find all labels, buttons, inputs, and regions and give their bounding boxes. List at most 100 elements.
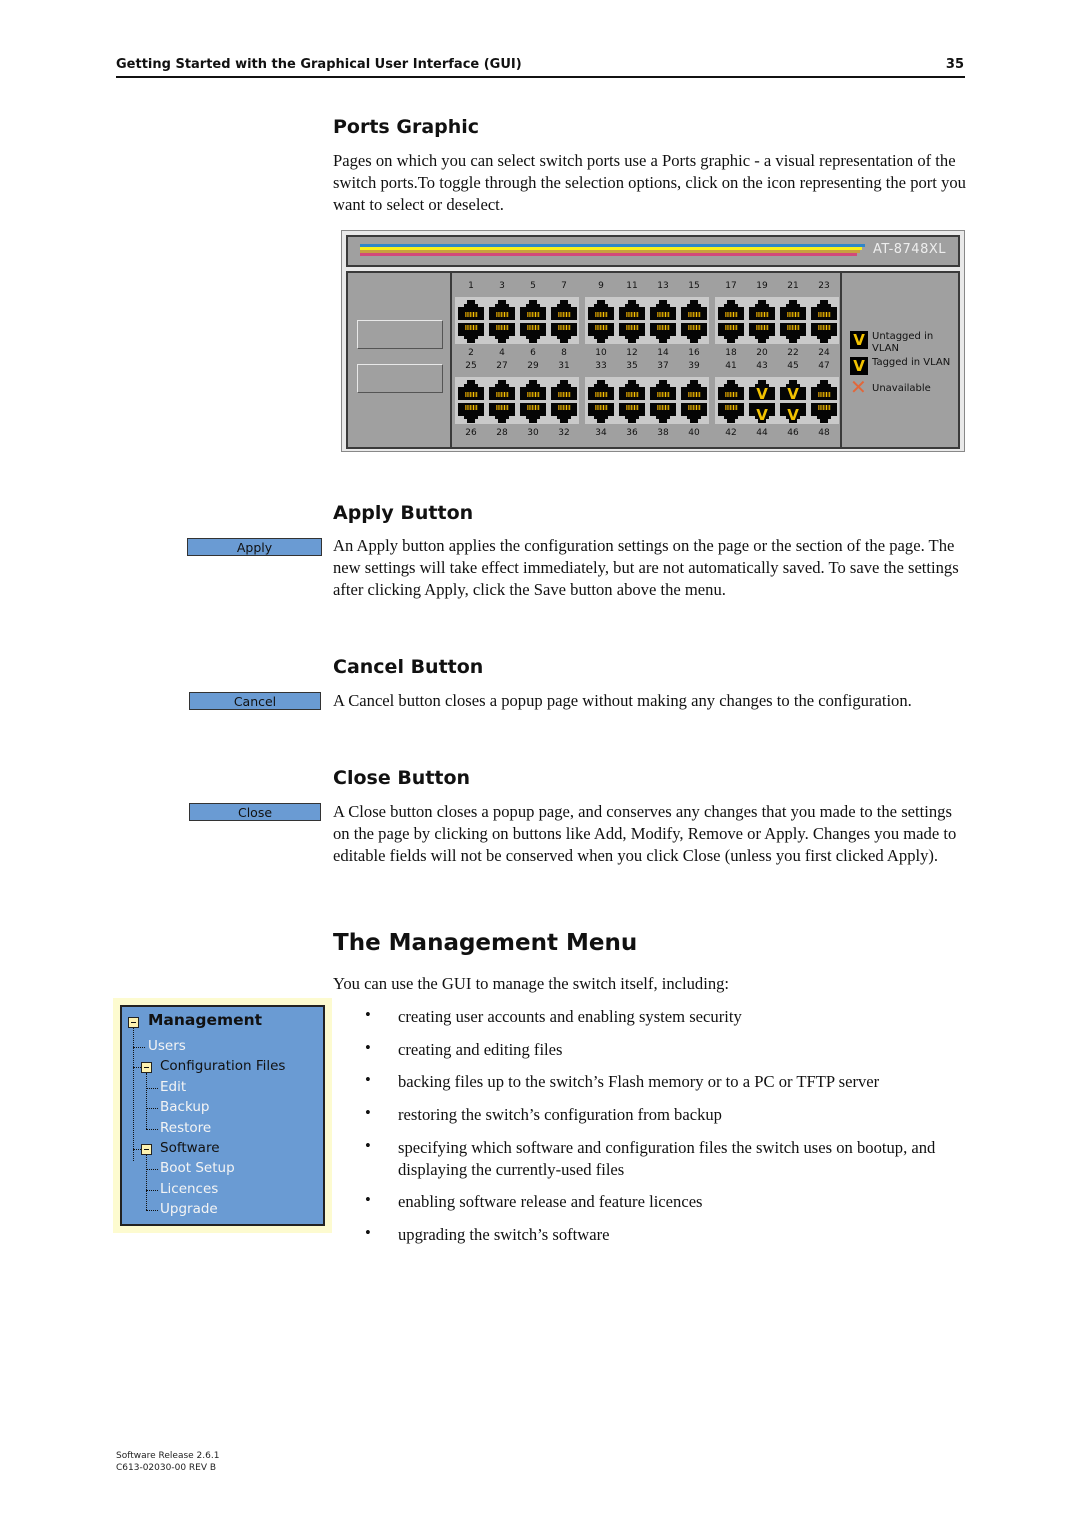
port-icon[interactable] [588, 403, 614, 423]
ports-graphic: AT-8748XL 1 3 5 7 9 11 13 15 17 19 21 23 2 4 6 8 10 12 14 1… [341, 230, 965, 452]
blank-button-2[interactable] [357, 364, 443, 393]
bullet-icon: • [365, 1190, 371, 1209]
port-icon[interactable] [458, 380, 484, 400]
port-icon[interactable] [718, 403, 744, 423]
port-number-label: 31 [558, 361, 570, 371]
menu-item-configuration-files[interactable]: Configuration Files [160, 1058, 285, 1074]
collapse-icon[interactable] [128, 1017, 139, 1028]
port-number-label: 26 [465, 428, 477, 438]
port-icon[interactable] [681, 403, 707, 423]
menu-item-boot-setup[interactable]: Boot Setup [160, 1160, 235, 1176]
switch-title-bar: AT-8748XL [346, 235, 960, 267]
tree-line [146, 1128, 158, 1130]
port-icon[interactable] [681, 300, 707, 320]
menu-item-backup[interactable]: Backup [160, 1099, 210, 1115]
menu-item-software[interactable]: Software [160, 1140, 220, 1156]
port-number-label: 27 [496, 361, 508, 371]
port-icon[interactable] [458, 403, 484, 423]
port-icon[interactable] [458, 323, 484, 343]
port-icon[interactable] [551, 323, 577, 343]
footer-doc-id: C613-02030-00 REV B [116, 1463, 217, 1473]
port-icon[interactable] [650, 403, 676, 423]
collapse-icon[interactable] [141, 1062, 152, 1074]
port-icon[interactable] [588, 300, 614, 320]
port-icon[interactable] [619, 323, 645, 343]
menu-item-restore[interactable]: Restore [160, 1120, 211, 1136]
tree-line [146, 1073, 147, 1129]
close-button[interactable]: Close [189, 803, 321, 821]
port-number-label: 14 [657, 348, 669, 358]
tree-line [146, 1155, 147, 1211]
port-number-label: 29 [527, 361, 539, 371]
port-icon[interactable] [588, 380, 614, 400]
port-icon[interactable] [619, 380, 645, 400]
apply-button[interactable]: Apply [187, 538, 322, 556]
port-icon[interactable] [619, 300, 645, 320]
bullet-icon: • [365, 1038, 371, 1057]
port-icon[interactable] [811, 403, 837, 423]
port-icon[interactable] [619, 403, 645, 423]
tree-line [146, 1169, 158, 1171]
port-number-label: 37 [657, 361, 669, 371]
port-icon[interactable] [520, 300, 546, 320]
tagged-icon: V [850, 357, 868, 375]
port-icon[interactable] [718, 323, 744, 343]
port-icon[interactable] [520, 403, 546, 423]
menu-item-users[interactable]: Users [148, 1038, 186, 1054]
switch-body: 1 3 5 7 9 11 13 15 17 19 21 23 2 4 6 8 10 12 14 16 18 20 22 24 2… [346, 271, 960, 449]
port-icon[interactable] [650, 323, 676, 343]
menu-item-edit[interactable]: Edit [160, 1079, 186, 1095]
port-icon[interactable] [681, 323, 707, 343]
port-untagged-icon[interactable]: V [749, 403, 775, 423]
port-number-label: 11 [626, 281, 638, 291]
port-icon[interactable] [780, 300, 806, 320]
bullet-item: creating and editing files [398, 1040, 563, 1059]
port-number-label: 44 [756, 428, 768, 438]
page-number: 35 [945, 57, 964, 72]
menu-root-management[interactable]: Management [148, 1011, 262, 1029]
port-untagged-icon[interactable]: V [780, 380, 806, 400]
port-number-label: 43 [756, 361, 768, 371]
port-icon[interactable] [681, 380, 707, 400]
port-icon[interactable] [551, 380, 577, 400]
port-number-label: 9 [598, 281, 604, 291]
management-menu-screenshot: Management Users Configuration Files Edit Ba… [113, 998, 332, 1233]
blank-button-1[interactable] [357, 320, 443, 349]
port-icon[interactable] [588, 323, 614, 343]
port-icon[interactable] [520, 380, 546, 400]
port-icon[interactable] [458, 300, 484, 320]
port-icon[interactable] [489, 380, 515, 400]
port-icon[interactable] [551, 300, 577, 320]
port-icon[interactable] [489, 300, 515, 320]
menu-item-licences[interactable]: Licences [160, 1181, 218, 1197]
collapse-icon[interactable] [141, 1144, 152, 1155]
port-icon[interactable] [718, 300, 744, 320]
cancel-button[interactable]: Cancel [189, 692, 321, 710]
port-icon[interactable] [780, 323, 806, 343]
port-number-label: 34 [595, 428, 607, 438]
port-icon[interactable] [650, 380, 676, 400]
port-icon[interactable] [650, 300, 676, 320]
port-number-label: 17 [725, 281, 737, 291]
port-icon[interactable] [811, 380, 837, 400]
port-icon[interactable] [551, 403, 577, 423]
port-untagged-icon[interactable]: V [780, 403, 806, 423]
menu-item-upgrade[interactable]: Upgrade [160, 1201, 218, 1217]
port-number-label: 16 [688, 348, 700, 358]
port-icon[interactable] [811, 323, 837, 343]
port-icon[interactable] [749, 300, 775, 320]
port-number-label: 38 [657, 428, 669, 438]
port-icon[interactable] [811, 300, 837, 320]
tree-line [133, 1067, 141, 1069]
port-icon[interactable] [520, 323, 546, 343]
port-icon[interactable] [489, 323, 515, 343]
tree-line [146, 1108, 158, 1110]
port-icon[interactable] [718, 380, 744, 400]
port-icon[interactable] [489, 403, 515, 423]
port-icon[interactable] [749, 323, 775, 343]
close-heading: Close Button [333, 767, 471, 789]
bullet-item: upgrading the switch’s software [398, 1225, 610, 1244]
port-untagged-icon[interactable]: V [749, 380, 775, 400]
port-number-label: 10 [595, 348, 607, 358]
port-number-label: 48 [818, 428, 830, 438]
